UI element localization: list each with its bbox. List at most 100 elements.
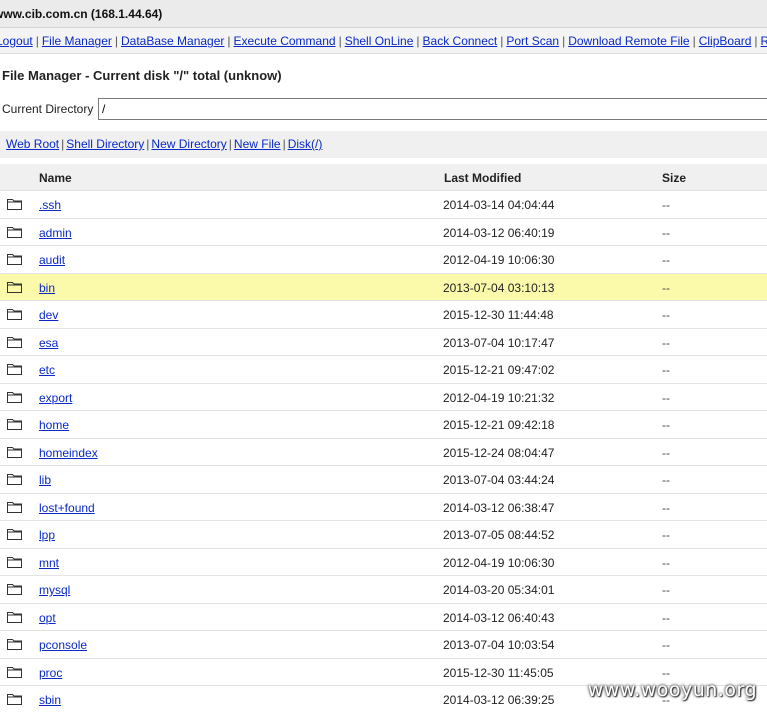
menu-separator: | xyxy=(114,34,118,48)
table-row[interactable]: .ssh 2014-03-14 04:04:44 -- xyxy=(0,191,767,219)
menu-item-logout[interactable]: Logout xyxy=(0,34,33,48)
folder-name-link[interactable]: lpp xyxy=(39,528,55,542)
table-row[interactable]: mysql 2014-03-20 05:34:01 -- xyxy=(0,576,767,604)
last-modified-cell: 2015-12-30 11:44:48 xyxy=(443,308,554,322)
folder-icon xyxy=(7,446,22,458)
size-cell: -- xyxy=(662,335,670,350)
column-header-last-modified[interactable]: Last Modified xyxy=(444,171,521,185)
quick-link-disk[interactable]: Disk(/) xyxy=(288,137,323,151)
last-modified-cell: 2014-03-12 06:40:43 xyxy=(443,610,555,625)
table-row[interactable]: admin 2014-03-12 06:40:19 -- xyxy=(0,218,767,246)
last-modified-cell: 2012-04-19 10:06:30 xyxy=(443,555,555,570)
size-cell: -- xyxy=(662,583,670,597)
table-header: Name Last Modified Size xyxy=(0,164,767,191)
last-modified-cell: 2015-12-21 09:42:18 xyxy=(443,418,555,432)
table-row[interactable]: lib 2013-07-04 03:44:24 -- xyxy=(0,466,767,494)
last-modified-cell: 2014-03-14 04:04:44 xyxy=(443,198,555,212)
menu-item-port-scan[interactable]: Port Scan xyxy=(506,34,559,48)
table-row[interactable]: audit 2012-04-19 10:06:30 -- xyxy=(0,246,767,274)
last-modified-cell: 2013-07-04 10:17:47 xyxy=(443,335,555,350)
quick-link-separator: | xyxy=(228,137,232,151)
menu-separator: | xyxy=(338,34,342,48)
folder-name-link[interactable]: mnt xyxy=(39,556,59,570)
folder-name-link[interactable]: homeindex xyxy=(39,446,98,460)
menu-item-execute-command[interactable]: Execute Command xyxy=(234,34,336,48)
table-row[interactable]: lost+found 2014-03-12 06:38:47 -- xyxy=(0,493,767,521)
file-table: Name Last Modified Size .ssh 2014-03-14 0… xyxy=(0,164,767,713)
table-row[interactable]: esa 2013-07-04 10:17:47 -- xyxy=(0,328,767,356)
menu-separator: | xyxy=(227,34,231,48)
folder-name-link[interactable]: home xyxy=(39,418,69,432)
table-body: .ssh 2014-03-14 04:04:44 -- admin 2014-03-12… xyxy=(0,191,767,713)
table-row[interactable]: home 2015-12-21 09:42:18 -- xyxy=(0,411,767,439)
folder-name-link[interactable]: .ssh xyxy=(39,198,61,212)
menu-item-shell-online[interactable]: Shell OnLine xyxy=(345,34,414,48)
folder-name-link[interactable]: mysql xyxy=(39,583,70,597)
current-directory-label: Current Directory xyxy=(2,102,94,116)
folder-name-link[interactable]: pconsole xyxy=(39,638,87,652)
table-row[interactable]: pconsole 2013-07-04 10:03:54 -- xyxy=(0,631,767,659)
size-cell: -- xyxy=(662,500,670,515)
folder-name-link[interactable]: admin xyxy=(39,226,72,240)
size-cell: -- xyxy=(662,280,670,295)
current-directory-input[interactable] xyxy=(98,98,767,120)
menu-item-database-manager[interactable]: DataBase Manager xyxy=(121,34,224,48)
column-header-size[interactable]: Size xyxy=(662,171,686,185)
folder-name-link[interactable]: etc xyxy=(39,363,55,377)
folder-name-link[interactable]: sbin xyxy=(39,693,61,707)
folder-icon xyxy=(7,639,22,650)
last-modified-cell: 2012-04-19 10:06:30 xyxy=(443,253,555,267)
menu-item-download-remote-file[interactable]: Download Remote File xyxy=(568,34,689,48)
column-header-name[interactable]: Name xyxy=(39,171,72,185)
folder-icon xyxy=(7,556,22,568)
folder-icon xyxy=(7,584,22,595)
last-modified-cell: 2012-04-19 10:21:32 xyxy=(443,390,555,405)
size-cell: -- xyxy=(662,418,670,432)
folder-icon xyxy=(7,474,22,485)
table-row[interactable]: dev 2015-12-30 11:44:48 -- xyxy=(0,301,767,329)
folder-name-link[interactable]: esa xyxy=(39,336,58,350)
table-row[interactable]: lpp 2013-07-05 08:44:52 -- xyxy=(0,521,767,549)
size-cell: -- xyxy=(662,308,670,322)
table-row[interactable]: opt 2014-03-12 06:40:43 -- xyxy=(0,603,767,631)
menu-item-clipboard[interactable]: ClipBoard xyxy=(699,34,752,48)
quick-link-new-directory[interactable]: New Directory xyxy=(151,137,226,151)
menu-separator: | xyxy=(35,34,39,48)
folder-icon xyxy=(7,309,22,320)
main-menu-bar: Logout|File Manager|DataBase Manager|Exe… xyxy=(0,28,767,54)
folder-icon xyxy=(7,281,22,293)
table-row[interactable]: etc 2015-12-21 09:47:02 -- xyxy=(0,356,767,384)
folder-name-link[interactable]: export xyxy=(39,391,72,405)
window-title-bar: www.cib.com.cn (168.1.44.64) xyxy=(0,0,767,28)
table-row[interactable]: export 2012-04-19 10:21:32 -- xyxy=(0,383,767,411)
menu-item-back-connect[interactable]: Back Connect xyxy=(423,34,498,48)
table-row[interactable]: bin 2013-07-04 03:10:13 -- xyxy=(0,273,767,301)
folder-icon xyxy=(7,254,22,265)
quick-link-shell-directory[interactable]: Shell Directory xyxy=(66,137,144,151)
menu-item-file-manager[interactable]: File Manager xyxy=(42,34,112,48)
folder-icon xyxy=(7,199,22,210)
page-title: File Manager - Current disk "/" total (u… xyxy=(2,68,282,83)
folder-icon xyxy=(7,694,22,705)
folder-name-link[interactable]: lost+found xyxy=(39,501,95,515)
folder-name-link[interactable]: dev xyxy=(39,308,58,322)
quick-links-bar: Web Root | Shell Directory | New Directory | N… xyxy=(0,131,767,158)
menu-item-re[interactable]: Re xyxy=(761,34,767,48)
size-cell: -- xyxy=(662,198,670,212)
quick-link-new-file[interactable]: New File xyxy=(234,137,281,151)
last-modified-cell: 2013-07-04 10:03:54 xyxy=(443,638,555,652)
quick-link-web-root[interactable]: Web Root xyxy=(6,137,59,151)
table-row[interactable]: mnt 2012-04-19 10:06:30 -- xyxy=(0,548,767,576)
window-title: www.cib.com.cn (168.1.44.64) xyxy=(0,7,163,21)
menu-separator: | xyxy=(754,34,758,48)
quick-link-separator: | xyxy=(282,137,286,151)
folder-name-link[interactable]: audit xyxy=(39,253,65,267)
folder-name-link[interactable]: bin xyxy=(39,281,55,295)
folder-name-link[interactable]: opt xyxy=(39,611,56,625)
size-cell: -- xyxy=(662,638,670,652)
table-row[interactable]: homeindex 2015-12-24 08:04:47 -- xyxy=(0,438,767,466)
folder-name-link[interactable]: proc xyxy=(39,666,62,680)
folder-icon xyxy=(7,391,22,403)
size-cell: -- xyxy=(662,528,670,542)
folder-name-link[interactable]: lib xyxy=(39,473,51,487)
